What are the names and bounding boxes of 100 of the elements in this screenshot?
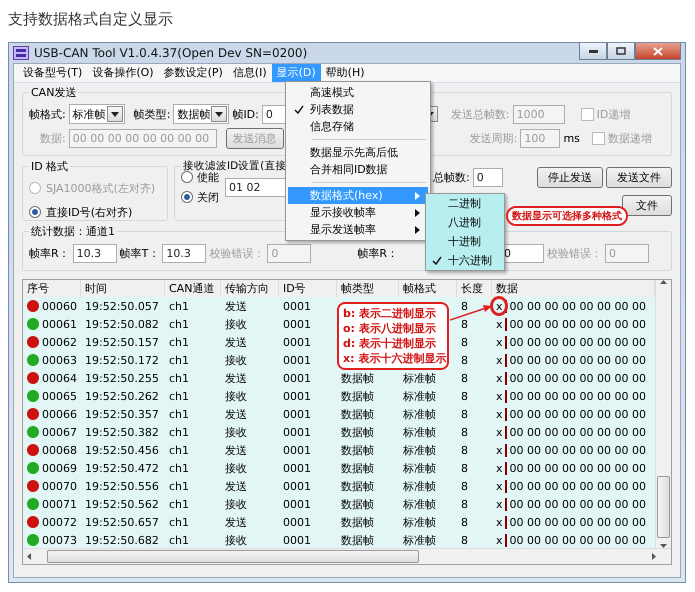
field-label: 发送总帧数:	[450, 106, 510, 122]
table-cell: 0001	[283, 390, 311, 402]
table-cell: 0001	[283, 408, 311, 420]
table-cell: ch1	[169, 318, 190, 330]
vertical-scrollbar[interactable]	[655, 280, 671, 548]
menu-item[interactable]: 设备操作(O)	[87, 64, 159, 82]
table-cell: 00069	[42, 462, 77, 474]
action-button[interactable]: 停止发送	[537, 166, 603, 188]
table-cell: 00 00 00 00 00 00 00 00	[510, 408, 646, 420]
app-logo-icon	[13, 46, 29, 60]
column-header[interactable]: ID号	[279, 280, 337, 297]
table-cell: 8	[461, 462, 468, 474]
table-cell: 19:52:50.556	[85, 480, 159, 492]
radio-button[interactable]	[181, 191, 193, 203]
table-cell: 00068	[42, 444, 77, 456]
column-header[interactable]: 序号	[23, 280, 81, 297]
checkbox-label: 数据递增	[608, 130, 652, 146]
format-mark: x	[496, 516, 507, 528]
checkbox-label: ID递增	[596, 106, 630, 122]
table-cell: 0001	[283, 354, 311, 366]
format-mark: x	[496, 426, 507, 438]
table-cell: 00 00 00 00 00 00 00 00	[510, 426, 646, 438]
format-mark: x	[496, 300, 507, 312]
stat-field: 10.3	[162, 244, 206, 262]
scroll-up-icon[interactable]	[660, 280, 667, 284]
table-cell: 0001	[283, 444, 311, 456]
table-cell: 0001	[283, 480, 311, 492]
menu-item[interactable]: 参数设定(P)	[158, 64, 228, 82]
column-header[interactable]: 传输方向	[221, 280, 279, 297]
action-button[interactable]: 发送文件	[606, 166, 672, 188]
scroll-thumb[interactable]	[47, 550, 419, 563]
table-cell: 00064	[42, 372, 77, 384]
minimize-button[interactable]	[579, 43, 607, 60]
table-cell: 发送	[225, 442, 247, 458]
table-cell: 00 00 00 00 00 00 00 00	[510, 300, 646, 312]
table-cell: 0001	[283, 516, 311, 528]
radio-label: 使能	[197, 170, 219, 184]
table-cell: 8	[461, 534, 468, 546]
table-cell: 00 00 00 00 00 00 00 00	[510, 354, 646, 366]
total-frames-field[interactable]: 0	[472, 168, 503, 186]
menu-item[interactable]: 列表数据	[288, 101, 428, 118]
table-cell: 0001	[283, 534, 311, 546]
table-cell: 00 00 00 00 00 00 00 00	[510, 498, 646, 510]
table-cell: 标准帧	[403, 406, 436, 422]
column-header[interactable]: CAN通道	[165, 280, 221, 297]
table-cell: ch1	[169, 408, 190, 420]
radio-button[interactable]	[181, 171, 193, 183]
menu-item[interactable]: 信息存储	[288, 118, 428, 135]
table-cell: 00 00 00 00 00 00 00 00	[510, 390, 646, 402]
table-cell: 发送	[225, 298, 247, 314]
frame-type-dropdown[interactable]: 数据帧	[173, 104, 230, 124]
table-cell: 00065	[42, 390, 77, 402]
format-mark: x	[496, 354, 507, 366]
field-label: 发送周期:	[470, 130, 518, 146]
menu-item[interactable]: 信息(I)	[228, 64, 272, 82]
table-cell: 8	[461, 480, 468, 492]
table-cell: 数据帧	[341, 460, 374, 476]
stat-field: 0	[605, 244, 650, 262]
file-button[interactable]: 文件	[622, 194, 672, 216]
menu-item[interactable]: 二进制	[426, 194, 504, 212]
table-cell: ch1	[169, 462, 190, 474]
menu-item[interactable]: 高速模式	[288, 84, 428, 101]
column-header[interactable]: 长度	[457, 280, 492, 297]
column-header[interactable]: 帧类型	[337, 280, 399, 297]
table-cell: 19:52:50.255	[85, 372, 159, 384]
radio-button[interactable]	[29, 206, 41, 218]
stat-label: 校验错误：	[209, 246, 264, 260]
dropdown-arrow-icon	[215, 112, 224, 116]
table-cell: 00070	[42, 480, 77, 492]
table-cell: 标准帧	[403, 442, 436, 458]
table-cell: 0001	[283, 498, 311, 510]
close-button[interactable]	[635, 43, 681, 60]
menu-item[interactable]: 数据显示先高后低	[288, 144, 428, 161]
table-cell: 00062	[42, 336, 77, 348]
scroll-thumb[interactable]	[657, 476, 670, 538]
table-cell: 00071	[42, 498, 77, 510]
scroll-left-icon[interactable]	[27, 553, 31, 560]
menu-item[interactable]: 帮助(H)	[320, 64, 370, 82]
format-mark: x	[496, 462, 507, 474]
menu-item[interactable]: 设备型号(T)	[18, 64, 88, 82]
menu-item[interactable]: 显示接收帧率	[288, 204, 428, 221]
menu-item[interactable]: 合并相同ID数据	[288, 161, 428, 178]
table-cell: 8	[461, 372, 468, 384]
horizontal-scrollbar[interactable]	[23, 548, 671, 564]
column-header[interactable]: 时间	[81, 280, 165, 297]
column-header[interactable]: 帧格式	[399, 280, 457, 297]
scroll-right-icon[interactable]	[652, 553, 656, 560]
menu-item[interactable]: 八进制	[426, 214, 504, 232]
table-cell: ch1	[169, 390, 190, 402]
table-cell: 8	[461, 408, 468, 420]
table-cell: 19:52:50.262	[85, 390, 159, 402]
table-cell: 发送	[225, 406, 247, 422]
maximize-button[interactable]	[607, 43, 635, 60]
format-mark: x	[496, 336, 507, 348]
radio-label: SJA1000格式(左对齐)	[46, 180, 156, 196]
menu-item[interactable]: 显示发送帧率	[288, 221, 428, 238]
table-cell: 发送	[225, 514, 247, 530]
frame-format-dropdown[interactable]: 标准帧	[68, 104, 125, 124]
radio-label: 关闭	[197, 190, 219, 204]
table-cell: 00 00 00 00 00 00 00 00	[510, 516, 646, 528]
